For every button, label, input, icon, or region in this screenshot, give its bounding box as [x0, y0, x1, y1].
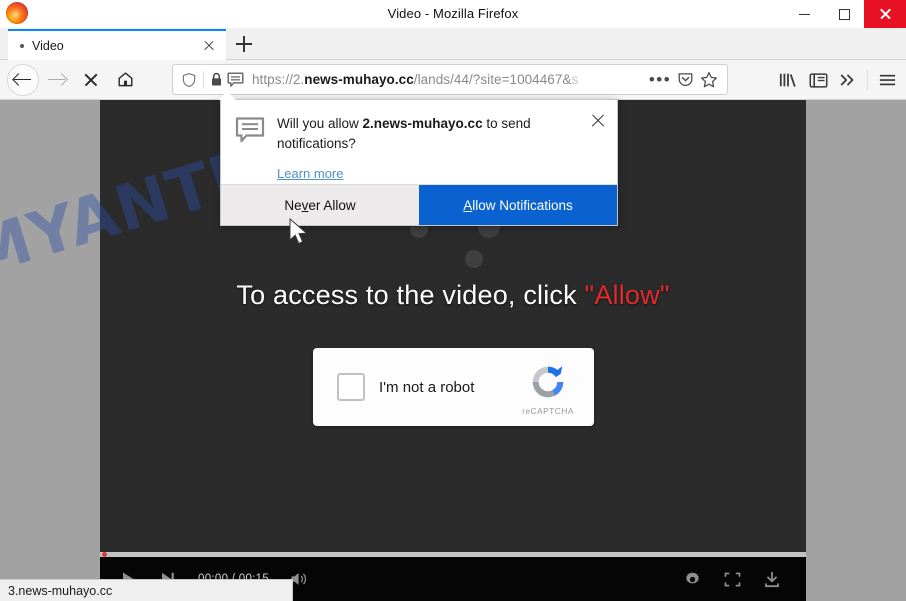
recaptcha-checkbox[interactable]	[337, 373, 365, 401]
pocket-icon	[678, 73, 692, 87]
star-icon	[700, 71, 718, 87]
app-menu-button[interactable]	[872, 65, 902, 95]
maximize-button[interactable]	[824, 0, 864, 28]
shield-icon[interactable]	[181, 72, 197, 88]
firefox-window: Video - Mozilla Firefox Video https://2.…	[0, 0, 906, 601]
chevron-double-right-icon	[840, 74, 854, 86]
popup-buttons: Ne v er Allow Allow Notifications	[221, 184, 617, 225]
allow-accesskey: A	[463, 197, 473, 213]
close-icon	[879, 8, 891, 20]
page-headline: To access to the video, click "Allow"	[100, 280, 806, 311]
back-button[interactable]	[6, 63, 40, 97]
notification-permission-popup: Will you allow 2.news-muhayo.cc to send …	[218, 91, 618, 226]
maximize-icon	[838, 8, 850, 20]
pocket-button[interactable]	[673, 70, 697, 90]
forward-button[interactable]	[40, 63, 74, 97]
new-tab-button[interactable]	[232, 32, 256, 56]
fullscreen-icon	[724, 572, 740, 586]
window-controls	[784, 0, 906, 28]
window-title: Video - Mozilla Firefox	[387, 6, 519, 21]
sidebar-button[interactable]	[803, 65, 833, 95]
arrow-left-icon	[14, 73, 32, 87]
never-allow-post: er Allow	[308, 197, 356, 213]
url-bar[interactable]: https://2.news-muhayo.cc/lands/44/?site=…	[172, 64, 728, 95]
video-controls-right	[672, 563, 792, 595]
tab-activity-dot-icon	[20, 43, 24, 48]
speech-bubble-icon	[235, 117, 265, 143]
bookmark-button[interactable]	[697, 70, 721, 90]
minimize-icon	[798, 13, 810, 15]
stop-button[interactable]	[74, 63, 108, 97]
status-bar: 3.news-muhayo.cc	[0, 579, 293, 601]
popup-message: Will you allow 2.news-muhayo.cc to send …	[277, 114, 581, 153]
learn-more-link[interactable]: Learn more	[277, 166, 343, 181]
tab-video[interactable]: Video	[8, 29, 226, 60]
toolbar-right-tools	[773, 63, 902, 97]
popup-message-prefix: Will you allow	[277, 116, 363, 131]
url-domain: news-muhayo.cc	[304, 72, 414, 87]
download-icon	[765, 571, 779, 587]
never-allow-pre: Ne	[284, 197, 302, 213]
headline-main-text: To access to the video, click	[236, 280, 585, 310]
navigation-toolbar: https://2.news-muhayo.cc/lands/44/?site=…	[0, 60, 906, 100]
url-actions: •••	[647, 70, 721, 90]
toolbar-divider	[867, 70, 868, 90]
never-allow-accesskey: v	[301, 197, 309, 213]
never-allow-button[interactable]: Ne v er Allow	[221, 185, 419, 225]
tab-label: Video	[32, 38, 64, 53]
settings-button[interactable]	[672, 563, 712, 595]
gear-icon	[685, 571, 699, 584]
download-button[interactable]	[752, 563, 792, 595]
home-button[interactable]	[108, 63, 142, 97]
popup-text-wrap: Will you allow 2.news-muhayo.cc to send …	[277, 114, 603, 185]
popup-body: Will you allow 2.news-muhayo.cc to send …	[221, 100, 617, 185]
url-subdomain: 2.	[292, 72, 305, 87]
loading-dot-icon	[465, 250, 483, 268]
recaptcha-brand: reCAPTCHA	[506, 359, 590, 416]
library-button[interactable]	[773, 65, 803, 95]
close-window-button[interactable]	[864, 0, 906, 28]
recaptcha-logo-icon	[532, 365, 564, 397]
allow-notifications-button[interactable]: Allow Notifications	[419, 185, 617, 225]
page-actions-button[interactable]: •••	[647, 71, 673, 88]
allow-post: llow Notifications	[472, 197, 573, 213]
fullscreen-button[interactable]	[712, 563, 752, 595]
notification-permission-icon[interactable]	[227, 71, 244, 88]
lock-icon[interactable]	[210, 72, 223, 87]
popup-arrow-icon	[218, 91, 236, 100]
tab-strip: Video	[0, 28, 906, 60]
arrow-right-icon	[48, 73, 66, 87]
headline-allow-text: "Allow"	[584, 280, 670, 310]
urlbar-divider	[203, 70, 204, 89]
hamburger-menu-icon	[879, 74, 895, 86]
popup-close-icon[interactable]	[589, 112, 607, 130]
url-path: /lands/44/?site=1004467&	[413, 72, 572, 87]
popup-message-domain: 2.news-muhayo.cc	[362, 116, 483, 131]
sidebar-icon	[809, 72, 827, 88]
url-text[interactable]: https://2.news-muhayo.cc/lands/44/?site=…	[252, 72, 647, 87]
overflow-button[interactable]	[833, 65, 863, 95]
title-bar: Video - Mozilla Firefox	[0, 0, 906, 28]
minimize-button[interactable]	[784, 0, 824, 28]
tab-close-icon[interactable]	[198, 35, 220, 57]
home-icon	[117, 72, 133, 87]
stop-x-icon	[84, 73, 98, 87]
recaptcha-brand-label: reCAPTCHA	[522, 405, 574, 416]
url-truncated-tail: s	[571, 72, 579, 87]
recaptcha-widget[interactable]: I'm not a robot reCAPTCHA	[313, 348, 594, 426]
status-link-target: 3.news-muhayo.cc	[8, 583, 113, 598]
mouse-cursor-icon	[289, 218, 308, 245]
library-icon	[779, 73, 796, 87]
url-protocol: https://	[252, 72, 293, 87]
recaptcha-label: I'm not a robot	[379, 378, 475, 396]
